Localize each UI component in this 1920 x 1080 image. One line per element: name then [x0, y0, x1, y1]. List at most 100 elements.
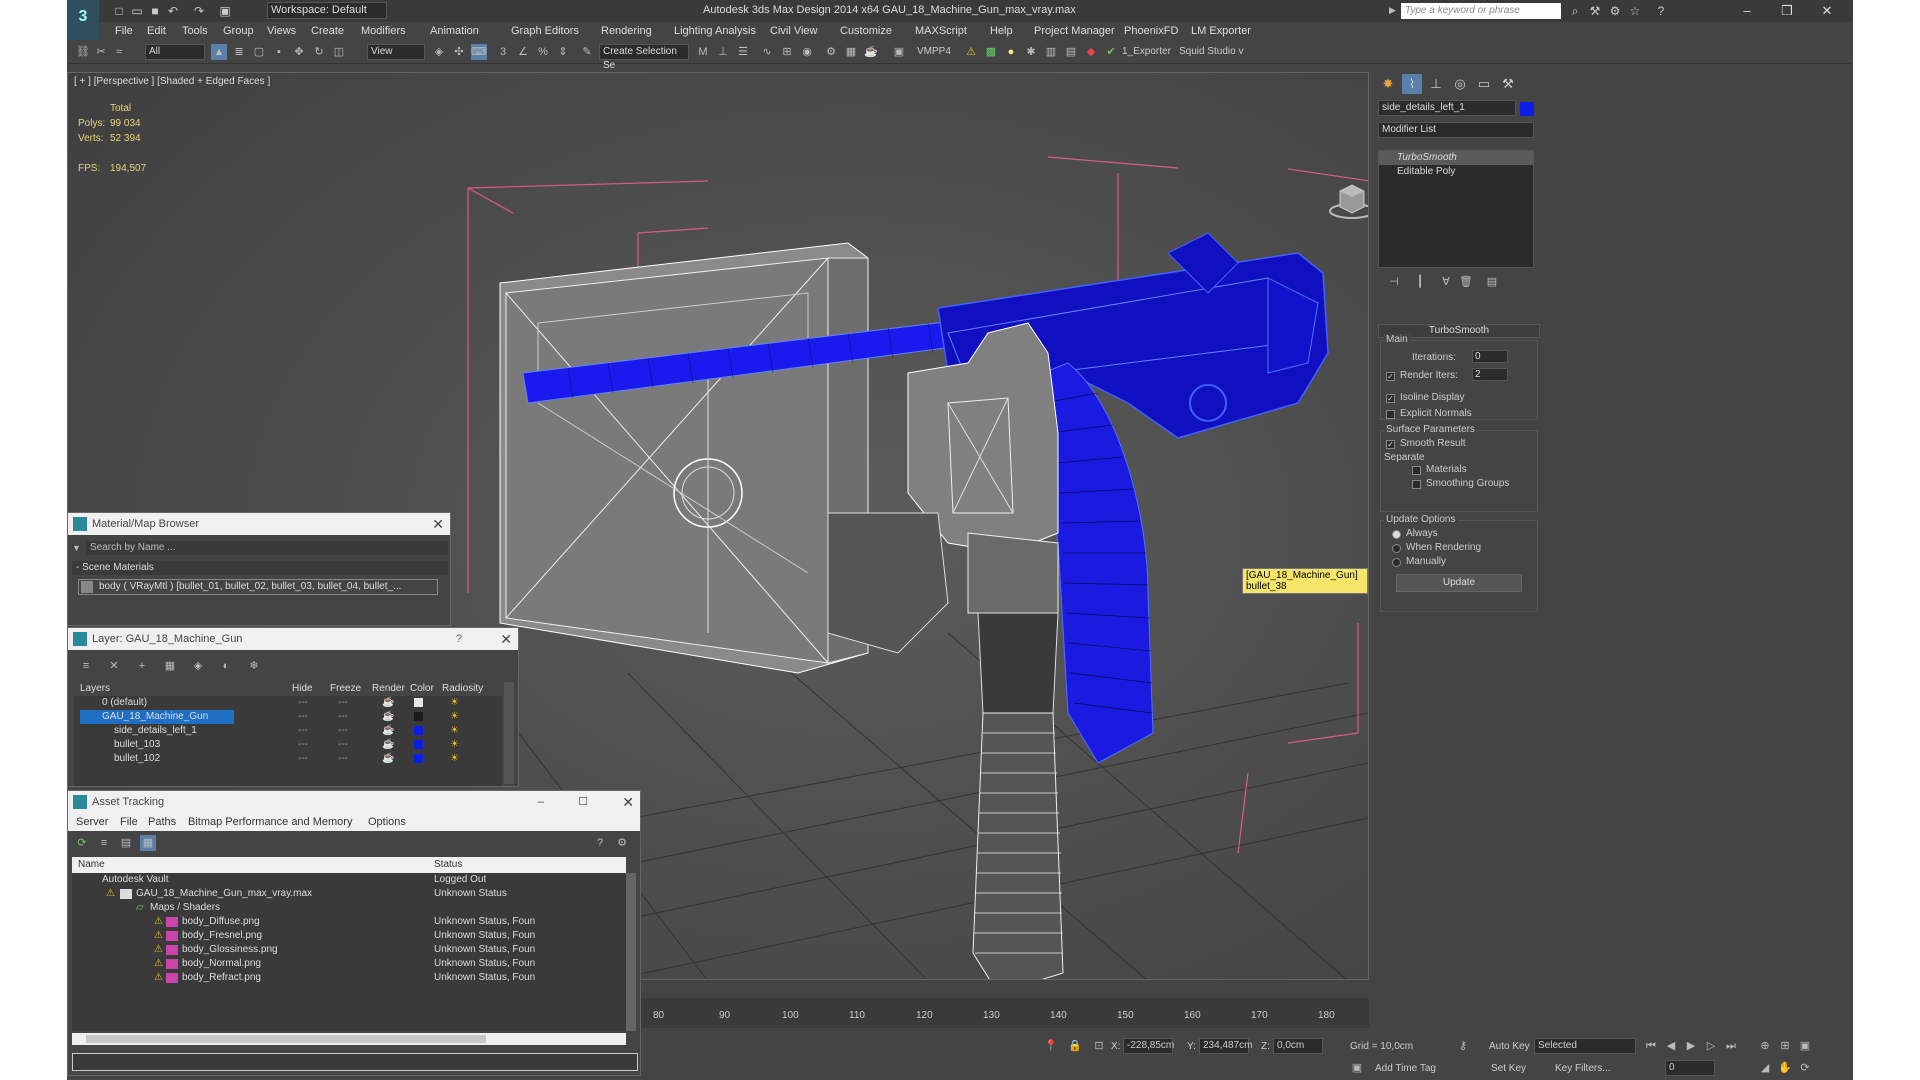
warning-icon[interactable]: ⚠ — [963, 44, 979, 60]
rect-select-icon[interactable]: ▢ — [251, 44, 267, 60]
grip-model[interactable] — [972, 612, 1064, 980]
menu-phoenixfd[interactable]: PhoenixFD — [1124, 25, 1178, 37]
go-to-end-icon[interactable]: ⏭ — [1723, 1038, 1739, 1054]
close-button[interactable]: ✕ — [1813, 2, 1841, 20]
schematic-view-icon[interactable]: ⊞ — [779, 44, 795, 60]
new-file-icon[interactable]: □ — [111, 3, 127, 19]
always-radio[interactable] — [1392, 530, 1401, 539]
material-item[interactable]: body ( VRayMtl ) [bullet_01, bullet_02, … — [78, 579, 438, 595]
rendered-frame-icon[interactable]: ▦ — [843, 44, 859, 60]
tools-icon[interactable]: ⚒ — [1587, 3, 1603, 19]
highlight-layer-icon[interactable]: ◈ — [190, 658, 206, 674]
open-file-icon[interactable]: ▭ — [129, 3, 145, 19]
layer-scrollbar[interactable] — [504, 682, 514, 784]
when-rendering-radio[interactable] — [1392, 544, 1401, 553]
exchange-icon[interactable]: ⚙ — [1607, 3, 1623, 19]
tool-icon-d[interactable]: ◆ — [1083, 44, 1099, 60]
scene-materials-header[interactable]: - Scene Materials — [72, 561, 448, 575]
asset-menu-options[interactable]: Options — [368, 816, 406, 828]
freeze-toggle[interactable]: --- — [338, 724, 348, 738]
table-view-icon[interactable]: ▦ — [140, 835, 156, 851]
restore-button[interactable]: ❐ — [1773, 2, 1801, 20]
menu-graph-editors[interactable]: Graph Editors — [511, 25, 579, 37]
render-teapot-icon[interactable]: ☕ — [382, 738, 394, 752]
isoline-display-checkbox[interactable]: ✓ — [1386, 394, 1395, 403]
pan-icon[interactable]: ✋ — [1777, 1060, 1793, 1076]
pin-stack-icon[interactable]: ⊣ — [1386, 274, 1402, 290]
x-coordinate-field[interactable]: -228,85cm — [1123, 1038, 1174, 1054]
asset-menu-file[interactable]: File — [120, 816, 138, 828]
layer-manager-icon[interactable]: ☰ — [735, 44, 751, 60]
add-to-layer-icon[interactable]: + — [134, 658, 150, 674]
layer-color-swatch[interactable] — [414, 726, 423, 735]
detail-view-icon[interactable]: ▤ — [118, 835, 134, 851]
asset-tracking-titlebar[interactable]: Asset Tracking – ☐ ✕ — [68, 791, 640, 813]
menu-customize[interactable]: Customize — [840, 25, 892, 37]
vmpp-label[interactable]: VMPP4 — [917, 46, 951, 57]
maximize-icon[interactable]: ☐ — [578, 791, 588, 813]
menu-help[interactable]: Help — [990, 25, 1013, 37]
layer-row[interactable]: bullet_103 --- --- ☕ ☀ — [74, 738, 502, 752]
materials-checkbox[interactable] — [1412, 466, 1421, 475]
column-header-status[interactable]: Status — [434, 857, 462, 873]
menu-lm-exporter[interactable]: LM Exporter — [1191, 25, 1251, 37]
bind-space-warp-icon[interactable]: ≈ — [111, 44, 127, 60]
render-teapot-icon[interactable]: ☕ — [382, 710, 394, 724]
add-time-tag-button[interactable]: Add Time Tag — [1375, 1063, 1436, 1074]
stack-item-turbosmooth[interactable]: TurboSmooth — [1379, 151, 1533, 165]
select-objects-icon[interactable]: ▦ — [162, 658, 178, 674]
edit-named-selection-icon[interactable]: ✎ — [579, 44, 595, 60]
render-icon[interactable]: ☕ — [863, 44, 879, 60]
unlink-icon[interactable]: ✂ — [93, 44, 109, 60]
modify-tab-icon[interactable]: ⌇ — [1402, 74, 1422, 94]
key-icon[interactable]: ⚷ — [1455, 1038, 1471, 1054]
menu-animation[interactable]: Animation — [430, 25, 479, 37]
reference-coordinate-dropdown[interactable]: View — [367, 44, 425, 60]
menu-lighting-analysis[interactable]: Lighting Analysis — [674, 25, 756, 37]
help-icon[interactable]: ? — [1653, 3, 1669, 19]
binoculars-icon[interactable]: ⌕ — [1567, 3, 1583, 19]
menu-maxscript[interactable]: MAXScript — [915, 25, 967, 37]
ammo-box-model[interactable] — [499, 242, 869, 674]
exporter-label[interactable]: 1_Exporter — [1122, 46, 1171, 57]
close-icon[interactable]: ✕ — [622, 791, 634, 813]
hide-toggle[interactable]: --- — [298, 696, 308, 710]
object-color-swatch[interactable] — [1520, 102, 1534, 116]
layer-color-swatch[interactable] — [414, 712, 423, 721]
asset-vertical-scrollbar[interactable] — [626, 873, 636, 1031]
render-iters-spinner[interactable]: 2 — [1472, 368, 1508, 381]
material-search-input[interactable]: Search by Name ... — [86, 541, 448, 555]
viewcube-icon[interactable] — [1328, 181, 1369, 221]
configure-sets-icon[interactable]: ▤ — [1484, 274, 1500, 290]
asset-menu-bitmap[interactable]: Bitmap Performance and Memory — [188, 816, 352, 828]
y-coordinate-field[interactable]: 234,487cm — [1199, 1038, 1252, 1054]
asset-row[interactable]: ⚠ body_Fresnel.png Unknown Status, Foun — [72, 929, 626, 943]
material-editor-icon[interactable]: ◉ — [799, 44, 815, 60]
new-layer-icon[interactable]: ≡ — [78, 658, 94, 674]
angle-snap-icon[interactable]: ∠ — [515, 44, 531, 60]
lock-icon[interactable]: 🔒 — [1067, 1038, 1083, 1054]
render-teapot-icon[interactable]: ☕ — [382, 696, 394, 710]
select-object-icon[interactable]: ▲ — [211, 44, 227, 60]
pin-icon[interactable]: 📍 — [1043, 1038, 1059, 1054]
current-frame-field[interactable]: 0 — [1665, 1060, 1715, 1076]
expand-arrow-icon[interactable]: ▶ — [1389, 5, 1396, 16]
layer-row[interactable]: 0 (default) --- --- ☕ ☀ — [74, 696, 502, 710]
asset-horizontal-scrollbar[interactable] — [72, 1033, 626, 1045]
render-teapot-icon[interactable]: ☕ — [382, 724, 394, 738]
modifier-stack[interactable]: TurboSmooth Editable Poly — [1378, 150, 1534, 268]
go-to-start-icon[interactable]: ⏮ — [1643, 1038, 1659, 1054]
set-key-button[interactable]: Set Key — [1491, 1063, 1526, 1074]
close-icon[interactable]: ✕ — [500, 628, 512, 650]
prev-frame-icon[interactable]: ◀ — [1663, 1038, 1679, 1054]
asset-menu-server[interactable]: Server — [76, 816, 108, 828]
workspace-dropdown[interactable]: Workspace: Default — [267, 2, 387, 19]
layer-row[interactable]: side_details_left_1 --- --- ☕ ☀ — [74, 724, 502, 738]
menu-views[interactable]: Views — [267, 25, 296, 37]
undo-icon[interactable]: ↶ — [165, 3, 181, 19]
minimize-icon[interactable]: – — [538, 791, 544, 813]
show-end-result-icon[interactable]: ┃ — [1412, 274, 1428, 290]
hide-toggle[interactable]: --- — [298, 710, 308, 724]
search-input[interactable]: Type a keyword or phrase — [1401, 3, 1561, 19]
explicit-normals-checkbox[interactable] — [1386, 410, 1395, 419]
